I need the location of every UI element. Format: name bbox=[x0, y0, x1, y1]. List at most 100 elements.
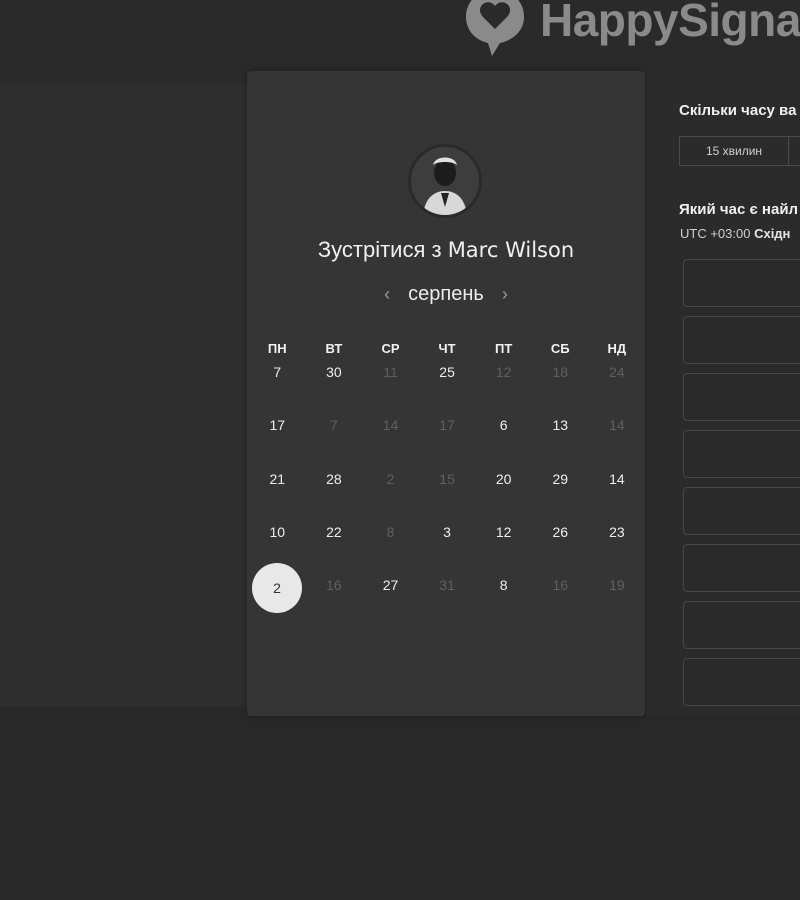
weekday-label: НД bbox=[607, 341, 627, 356]
booking-calendar-card: Зустрітися з Marc Wilson ‹ серпень › ПН В… bbox=[247, 71, 645, 716]
calendar-day-number: 16 bbox=[552, 577, 569, 594]
calendar-day-available[interactable]: 29 bbox=[532, 467, 589, 520]
calendar-day-number: 11 bbox=[383, 364, 398, 380]
calendar-day-available[interactable]: 3 bbox=[419, 520, 476, 573]
calendar-day-unavailable: 14 bbox=[589, 413, 646, 466]
calendar-day-number: 14 bbox=[609, 417, 625, 434]
calendar-day-number: 13 bbox=[552, 417, 569, 434]
calendar-day-available[interactable]: 14 bbox=[589, 467, 646, 520]
calendar-day-available[interactable]: 25 bbox=[419, 360, 476, 413]
right-panel: Скільки часу ва 15 хвилин Який час є най… bbox=[646, 71, 800, 716]
calendar-day-number: 16 bbox=[326, 577, 342, 594]
calendar-day-unavailable: 12 bbox=[475, 360, 532, 413]
calendar-day-unavailable: 31 bbox=[419, 573, 476, 626]
person-avatar-icon bbox=[411, 147, 479, 215]
calendar-grid: 7 30 11 25 12 18 24 17 7 14 17 6 13 14 21 28 2 15 20 29 14 10… bbox=[249, 360, 645, 626]
weekday-label: ЧТ bbox=[438, 341, 456, 356]
calendar-day-number: 10 bbox=[269, 523, 286, 540]
calendar-day-number: 2 bbox=[252, 563, 302, 614]
time-slot-button[interactable] bbox=[683, 658, 800, 706]
calendar-day-unavailable: 14 bbox=[362, 413, 419, 466]
calendar-day-number: 15 bbox=[439, 470, 455, 487]
calendar-day-unavailable: 19 bbox=[589, 573, 646, 626]
timezone-offset: UTC +03:00 bbox=[680, 226, 751, 241]
calendar-day-number: 14 bbox=[609, 470, 625, 487]
time-slot-button[interactable] bbox=[683, 316, 800, 364]
calendar-day-available[interactable]: 21 bbox=[249, 467, 306, 520]
month-navigation: ‹ серпень › bbox=[247, 283, 645, 306]
calendar-day-available[interactable]: 30 bbox=[306, 360, 363, 413]
time-slot-button[interactable] bbox=[683, 487, 800, 535]
time-slot-button[interactable] bbox=[683, 259, 800, 307]
calendar-day-number: 27 bbox=[382, 577, 399, 594]
calendar-day-number: 29 bbox=[552, 470, 569, 487]
calendar-day-unavailable: 2 bbox=[362, 467, 419, 520]
calendar-day-available[interactable]: 7 bbox=[249, 360, 306, 413]
calendar-day-number: 30 bbox=[326, 364, 342, 380]
calendar-day-available[interactable]: 6 bbox=[475, 413, 532, 466]
calendar-day-available[interactable]: 13 bbox=[532, 413, 589, 466]
time-slot-button[interactable] bbox=[683, 430, 800, 478]
calendar-day-unavailable: 16 bbox=[532, 573, 589, 626]
calendar-day-selected[interactable]: 2 bbox=[249, 563, 306, 626]
calendar-day-available[interactable]: 26 bbox=[532, 520, 589, 573]
calendar-day-number: 22 bbox=[326, 523, 342, 540]
weekday-label: СР bbox=[381, 341, 400, 356]
weekday-label: ВТ bbox=[325, 341, 343, 356]
calendar-day-available[interactable]: 27 bbox=[362, 573, 419, 626]
calendar-day-available[interactable]: 12 bbox=[475, 520, 532, 573]
calendar-day-available[interactable]: 17 bbox=[249, 413, 306, 466]
calendar-day-number: 26 bbox=[552, 523, 569, 540]
calendar-day-number: 6 bbox=[499, 417, 508, 434]
calendar-day-number: 23 bbox=[609, 523, 625, 540]
calendar-day-number: 21 bbox=[269, 470, 286, 487]
calendar-day-available[interactable]: 8 bbox=[475, 573, 532, 626]
timezone-name: Східн bbox=[754, 226, 791, 241]
calendar-day-number: 12 bbox=[495, 364, 512, 380]
calendar-day-number: 7 bbox=[273, 364, 282, 380]
calendar-day-unavailable: 18 bbox=[532, 360, 589, 413]
duration-option-15min[interactable]: 15 хвилин bbox=[679, 136, 789, 166]
time-question: Який час є найл bbox=[679, 201, 799, 218]
calendar-day-number: 14 bbox=[382, 417, 399, 434]
calendar-day-number: 3 bbox=[443, 523, 451, 540]
calendar-day-number: 2 bbox=[386, 470, 395, 487]
time-slot-button[interactable] bbox=[683, 601, 800, 649]
calendar-day-number: 7 bbox=[329, 417, 338, 434]
top-bar: HappySigna bbox=[0, 0, 800, 82]
chevron-left-icon[interactable]: ‹ bbox=[380, 284, 394, 305]
brand-logo[interactable]: HappySigna bbox=[458, 0, 800, 56]
weekday-label: ПТ bbox=[495, 341, 513, 356]
title-prefix: Зустрітися з bbox=[317, 237, 442, 262]
host-name: Marc Wilson bbox=[447, 238, 575, 262]
calendar-day-unavailable: 17 bbox=[419, 413, 476, 466]
time-slot-button[interactable] bbox=[683, 544, 800, 592]
calendar-day-available[interactable]: 28 bbox=[306, 467, 363, 520]
calendar-day-number: 17 bbox=[439, 417, 455, 434]
duration-options: 15 хвилин bbox=[679, 136, 800, 166]
calendar-day-number: 8 bbox=[386, 523, 395, 540]
host-avatar bbox=[408, 144, 482, 218]
calendar-day-number: 24 bbox=[609, 364, 625, 380]
calendar-day-unavailable: 8 bbox=[362, 520, 419, 573]
calendar-day-available[interactable]: 22 bbox=[306, 520, 363, 573]
calendar-day-available[interactable]: 23 bbox=[589, 520, 646, 573]
left-background-panel bbox=[0, 82, 247, 707]
time-slot-button[interactable] bbox=[683, 373, 800, 421]
calendar-day-unavailable: 24 bbox=[589, 360, 646, 413]
current-month: серпень bbox=[408, 283, 484, 305]
calendar-day-number: 20 bbox=[495, 470, 512, 487]
chevron-right-icon[interactable]: › bbox=[498, 284, 512, 305]
calendar-day-number: 19 bbox=[609, 577, 625, 594]
duration-option-next[interactable] bbox=[789, 136, 800, 166]
brand-name: HappySigna bbox=[540, 0, 800, 46]
heart-speech-bubble-icon bbox=[466, 0, 524, 56]
calendar-day-number: 28 bbox=[326, 470, 342, 487]
timezone-label[interactable]: UTC +03:00 Східн bbox=[680, 226, 790, 241]
weekday-label: СБ bbox=[550, 341, 570, 356]
calendar-day-number: 8 bbox=[499, 577, 508, 594]
calendar-day-number: 18 bbox=[552, 364, 569, 380]
calendar-day-number: 31 bbox=[439, 577, 455, 594]
calendar-day-unavailable: 11 bbox=[362, 360, 419, 413]
calendar-day-available[interactable]: 20 bbox=[475, 467, 532, 520]
